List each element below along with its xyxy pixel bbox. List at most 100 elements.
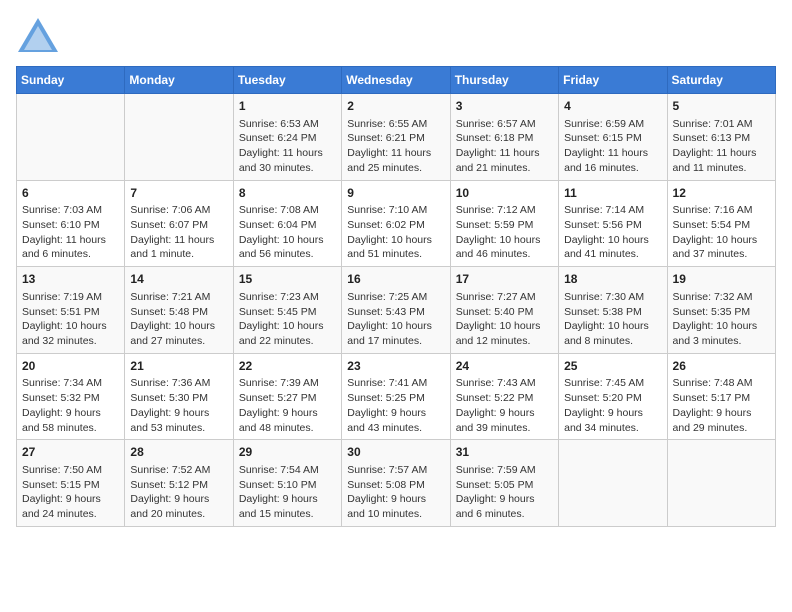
calendar-day-cell: 15Sunrise: 7:23 AMSunset: 5:45 PMDayligh… — [233, 267, 341, 354]
calendar-table: SundayMondayTuesdayWednesdayThursdayFrid… — [16, 66, 776, 527]
day-info: Sunrise: 7:06 AMSunset: 6:07 PMDaylight:… — [130, 203, 227, 262]
calendar-day-cell: 16 Sunrise: 7:25 AMSunset: 5:43 PMDayligh… — [342, 267, 450, 354]
day-info: Sunrise: 7:48 AMSunset: 5:17 PMDaylight:… — [673, 376, 770, 435]
calendar-day-cell: 17 Sunrise: 7:27 AMSunset: 5:40 PMDayligh… — [450, 267, 558, 354]
day-info: Sunrise: 6:59 AMSunset: 6:15 PMDaylight:… — [564, 117, 661, 176]
day-number: 5 — [673, 98, 770, 115]
calendar-day-cell — [125, 94, 233, 181]
calendar-day-cell: 24Sunrise: 7:43 AMSunset: 5:22 PMDayligh… — [450, 353, 558, 440]
weekday-header: Friday — [559, 67, 667, 94]
calendar-week-row: 13 Sunrise: 7:19 AMSunset: 5:51 PMDayligh… — [17, 267, 776, 354]
weekday-header: Saturday — [667, 67, 775, 94]
calendar-day-cell: 5 Sunrise: 7:01 AMSunset: 6:13 PMDaylight… — [667, 94, 775, 181]
calendar-header: SundayMondayTuesdayWednesdayThursdayFrid… — [17, 67, 776, 94]
calendar-day-cell: 10Sunrise: 7:12 AMSunset: 5:59 PMDayligh… — [450, 180, 558, 267]
day-info: Sunrise: 7:16 AMSunset: 5:54 PMDaylight:… — [673, 203, 770, 262]
calendar-day-cell: 20Sunrise: 7:34 AMSunset: 5:32 PMDayligh… — [17, 353, 125, 440]
calendar-day-cell: 1Sunrise: 6:53 AMSunset: 6:24 PMDaylight… — [233, 94, 341, 181]
day-info: Sunrise: 7:01 AMSunset: 6:13 PMDaylight:… — [673, 117, 770, 176]
day-number: 17 — [456, 271, 553, 288]
calendar-day-cell: 29 Sunrise: 7:54 AMSunset: 5:10 PMDayligh… — [233, 440, 341, 527]
weekday-header: Thursday — [450, 67, 558, 94]
logo-icon — [16, 16, 60, 54]
day-number: 27 — [22, 444, 119, 461]
calendar-week-row: 6Sunrise: 7:03 AMSunset: 6:10 PMDaylight… — [17, 180, 776, 267]
day-info: Sunrise: 7:08 AMSunset: 6:04 PMDaylight:… — [239, 203, 336, 262]
day-number: 19 — [673, 271, 770, 288]
weekday-header: Wednesday — [342, 67, 450, 94]
day-number: 26 — [673, 358, 770, 375]
day-info: Sunrise: 7:14 AMSunset: 5:56 PMDaylight:… — [564, 203, 661, 262]
day-number: 21 — [130, 358, 227, 375]
calendar-body: 1Sunrise: 6:53 AMSunset: 6:24 PMDaylight… — [17, 94, 776, 527]
day-info: Sunrise: 6:55 AMSunset: 6:21 PMDaylight:… — [347, 117, 444, 176]
calendar-day-cell: 2 Sunrise: 6:55 AMSunset: 6:21 PMDaylight… — [342, 94, 450, 181]
day-info: Sunrise: 7:36 AMSunset: 5:30 PMDaylight:… — [130, 376, 227, 435]
day-number: 8 — [239, 185, 336, 202]
day-info: Sunrise: 7:41 AMSunset: 5:25 PMDaylight:… — [347, 376, 444, 435]
day-number: 20 — [22, 358, 119, 375]
day-number: 6 — [22, 185, 119, 202]
day-info: Sunrise: 7:34 AMSunset: 5:32 PMDaylight:… — [22, 376, 119, 435]
calendar-day-cell: 14 Sunrise: 7:21 AMSunset: 5:48 PMDayligh… — [125, 267, 233, 354]
day-info: Sunrise: 7:30 AMSunset: 5:38 PMDaylight:… — [564, 290, 661, 349]
calendar-week-row: 27 Sunrise: 7:50 AMSunset: 5:15 PMDayligh… — [17, 440, 776, 527]
day-number: 28 — [130, 444, 227, 461]
weekday-row: SundayMondayTuesdayWednesdayThursdayFrid… — [17, 67, 776, 94]
calendar-day-cell: 21Sunrise: 7:36 AMSunset: 5:30 PMDayligh… — [125, 353, 233, 440]
day-number: 13 — [22, 271, 119, 288]
day-info: Sunrise: 7:21 AMSunset: 5:48 PMDaylight:… — [130, 290, 227, 349]
calendar-day-cell: 9Sunrise: 7:10 AMSunset: 6:02 PMDaylight… — [342, 180, 450, 267]
day-info: Sunrise: 7:27 AMSunset: 5:40 PMDaylight:… — [456, 290, 553, 349]
weekday-header: Sunday — [17, 67, 125, 94]
calendar-day-cell: 6Sunrise: 7:03 AMSunset: 6:10 PMDaylight… — [17, 180, 125, 267]
weekday-header: Tuesday — [233, 67, 341, 94]
day-info: Sunrise: 7:39 AMSunset: 5:27 PMDaylight:… — [239, 376, 336, 435]
calendar-day-cell: 26Sunrise: 7:48 AMSunset: 5:17 PMDayligh… — [667, 353, 775, 440]
day-info: Sunrise: 7:12 AMSunset: 5:59 PMDaylight:… — [456, 203, 553, 262]
day-number: 31 — [456, 444, 553, 461]
calendar-day-cell: 31Sunrise: 7:59 AMSunset: 5:05 PMDayligh… — [450, 440, 558, 527]
calendar-day-cell — [17, 94, 125, 181]
day-number: 30 — [347, 444, 444, 461]
day-info: Sunrise: 7:52 AMSunset: 5:12 PMDaylight:… — [130, 463, 227, 522]
calendar-day-cell: 23Sunrise: 7:41 AMSunset: 5:25 PMDayligh… — [342, 353, 450, 440]
calendar-day-cell: 28 Sunrise: 7:52 AMSunset: 5:12 PMDayligh… — [125, 440, 233, 527]
calendar-day-cell: 25Sunrise: 7:45 AMSunset: 5:20 PMDayligh… — [559, 353, 667, 440]
day-number: 12 — [673, 185, 770, 202]
calendar-day-cell: 22Sunrise: 7:39 AMSunset: 5:27 PMDayligh… — [233, 353, 341, 440]
day-number: 16 — [347, 271, 444, 288]
day-info: Sunrise: 7:25 AMSunset: 5:43 PMDaylight:… — [347, 290, 444, 349]
calendar-day-cell — [559, 440, 667, 527]
day-number: 24 — [456, 358, 553, 375]
day-number: 22 — [239, 358, 336, 375]
day-info: Sunrise: 7:03 AMSunset: 6:10 PMDaylight:… — [22, 203, 119, 262]
calendar-day-cell: 27 Sunrise: 7:50 AMSunset: 5:15 PMDayligh… — [17, 440, 125, 527]
calendar-day-cell: 19 Sunrise: 7:32 AMSunset: 5:35 PMDayligh… — [667, 267, 775, 354]
day-info: Sunrise: 7:32 AMSunset: 5:35 PMDaylight:… — [673, 290, 770, 349]
day-number: 25 — [564, 358, 661, 375]
weekday-header: Monday — [125, 67, 233, 94]
day-info: Sunrise: 6:53 AMSunset: 6:24 PMDaylight:… — [239, 117, 336, 176]
day-info: Sunrise: 6:57 AMSunset: 6:18 PMDaylight:… — [456, 117, 553, 176]
day-number: 14 — [130, 271, 227, 288]
calendar-day-cell: 30 Sunrise: 7:57 AMSunset: 5:08 PMDayligh… — [342, 440, 450, 527]
day-info: Sunrise: 7:10 AMSunset: 6:02 PMDaylight:… — [347, 203, 444, 262]
day-info: Sunrise: 7:57 AMSunset: 5:08 PMDaylight:… — [347, 463, 444, 522]
day-number: 23 — [347, 358, 444, 375]
day-info: Sunrise: 7:50 AMSunset: 5:15 PMDaylight:… — [22, 463, 119, 522]
day-info: Sunrise: 7:23 AMSunset: 5:45 PMDaylight:… — [239, 290, 336, 349]
logo — [16, 16, 64, 54]
calendar-week-row: 1Sunrise: 6:53 AMSunset: 6:24 PMDaylight… — [17, 94, 776, 181]
day-number: 2 — [347, 98, 444, 115]
day-number: 4 — [564, 98, 661, 115]
day-number: 29 — [239, 444, 336, 461]
day-number: 7 — [130, 185, 227, 202]
day-number: 11 — [564, 185, 661, 202]
calendar-day-cell: 13 Sunrise: 7:19 AMSunset: 5:51 PMDayligh… — [17, 267, 125, 354]
calendar-week-row: 20Sunrise: 7:34 AMSunset: 5:32 PMDayligh… — [17, 353, 776, 440]
day-number: 18 — [564, 271, 661, 288]
day-info: Sunrise: 7:54 AMSunset: 5:10 PMDaylight:… — [239, 463, 336, 522]
day-info: Sunrise: 7:19 AMSunset: 5:51 PMDaylight:… — [22, 290, 119, 349]
day-info: Sunrise: 7:45 AMSunset: 5:20 PMDaylight:… — [564, 376, 661, 435]
